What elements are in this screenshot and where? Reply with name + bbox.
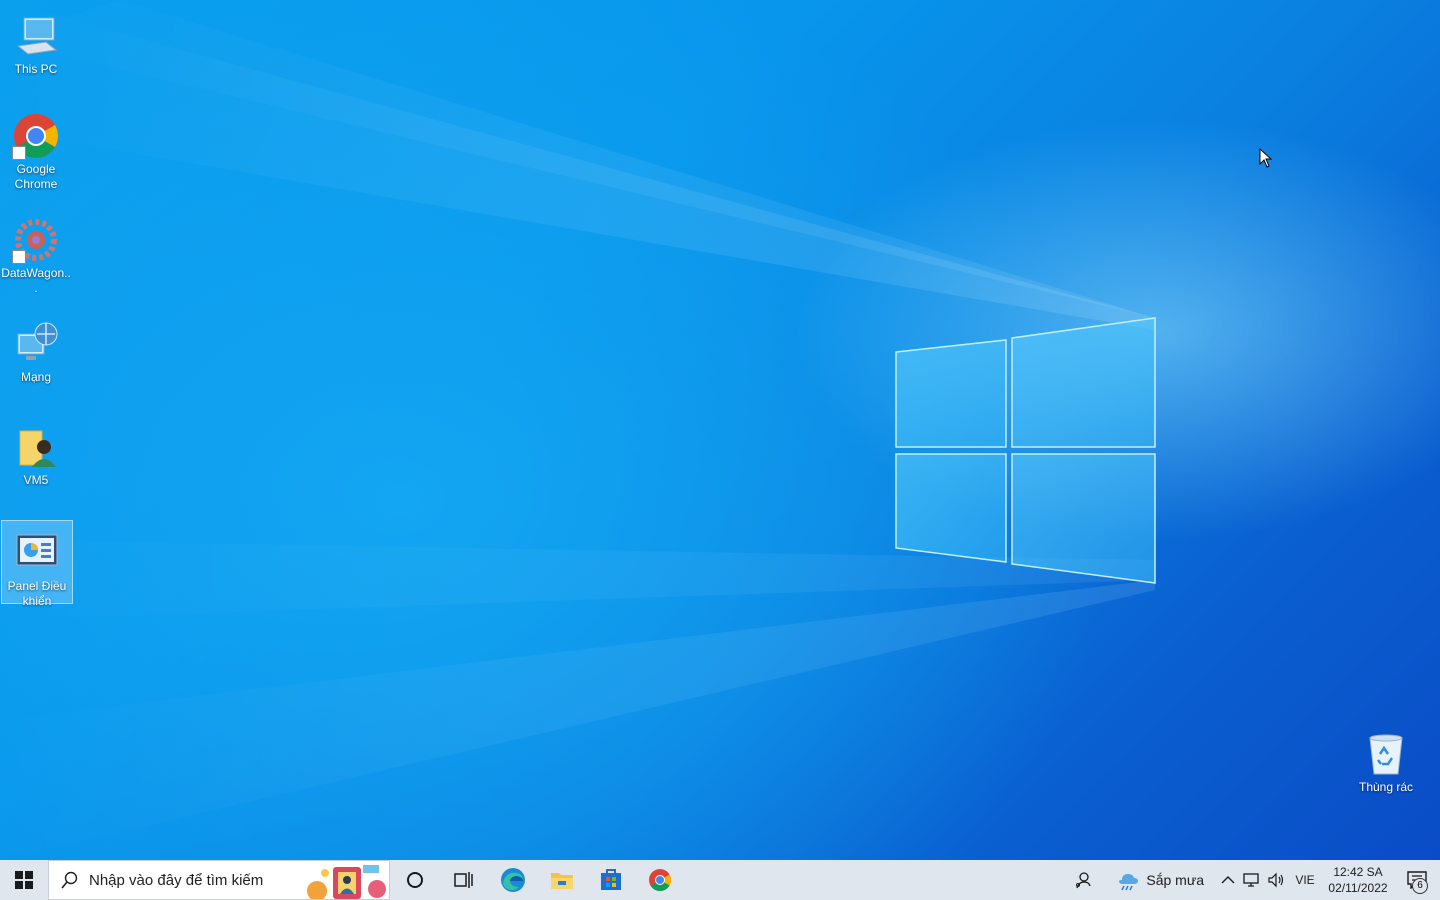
cortana-icon [406,872,423,888]
taskbar: Nhập vào đây để tìm kiếm Sắp mưa VIE 12:… [0,860,1440,900]
logo-pane-tr [1011,317,1156,448]
desktop-icon-this-pc[interactable]: This PC [0,4,72,80]
desktop-icon-label: This PC [14,62,58,76]
store-button[interactable] [586,860,635,900]
datawagon-icon [12,216,60,264]
search-placeholder: Nhập vào đây để tìm kiếm [89,871,264,889]
desktop-icon-label: Thùng rác [1358,780,1414,794]
desktop-icon-control-panel[interactable]: Panel Điều khiển [1,520,73,608]
clock-time: 12:42 SA [1333,865,1383,879]
language-indicator[interactable]: VIE [1288,873,1322,887]
edge-icon [500,868,525,892]
control-panel-icon [13,529,61,577]
desktop-icon-label: DataWagon... [1,266,71,295]
clock[interactable]: 12:42 SA 02/11/2022 [1322,864,1394,896]
this-pc-icon [12,12,60,60]
cortana-button[interactable] [390,860,439,900]
logo-pane-tl [895,339,1007,448]
desktop-icon-label: VM5 [23,473,49,487]
speaker-icon [1268,872,1284,888]
file-explorer-button[interactable] [537,860,586,900]
logo-pane-bl [895,453,1007,563]
people-icon [1076,872,1092,889]
task-view-button[interactable] [439,860,488,900]
desktop-icon-recycle-bin[interactable]: Thùng rác [1350,722,1422,798]
notification-badge: 6 [1412,878,1428,894]
user-folder-icon [12,423,60,471]
system-tray: Sắp mưa VIE 12:42 SA 02/11/2022 6 [1060,860,1440,900]
network-icon [12,320,60,368]
chrome-icon [12,112,60,160]
show-hidden-icons-button[interactable] [1216,860,1240,900]
desktop-icon-label: Panel Điều khiển [7,579,67,608]
mouse-cursor-icon [1259,148,1273,168]
network-tray-button[interactable] [1240,860,1264,900]
edge-button[interactable] [488,860,537,900]
weather-widget[interactable]: Sắp mưa [1106,860,1216,900]
desktop-icon-vm5[interactable]: VM5 [0,415,72,491]
clock-date: 02/11/2022 [1328,881,1388,895]
desktop-icon-google-chrome[interactable]: Google Chrome [0,104,72,196]
shortcut-arrow-icon [12,146,26,160]
recycle-bin-icon [1362,730,1410,778]
store-icon [600,869,621,890]
chevron-up-icon [1221,876,1235,884]
desktop[interactable]: This PC Google Chrome DataWagon... Mạng … [0,0,1440,860]
people-button[interactable] [1060,860,1106,900]
search-icon [61,871,78,889]
file-explorer-icon [550,873,573,889]
desktop-icon-label: Google Chrome [14,162,58,191]
desktop-icon-datawagon[interactable]: DataWagon... [0,208,72,295]
chrome-taskbar-button[interactable] [635,860,684,900]
desktop-icon-label: Mạng [20,370,52,384]
start-button[interactable] [0,860,48,900]
network-wired-icon [1243,873,1259,887]
weather-text: Sắp mưa [1146,872,1204,888]
task-view-icon [453,872,473,888]
volume-button[interactable] [1264,860,1288,900]
windows-logo-icon [15,871,33,889]
chrome-icon [648,869,671,891]
logo-pane-br [1011,453,1156,584]
desktop-icon-network[interactable]: Mạng [0,312,72,388]
search-input[interactable]: Nhập vào đây để tìm kiếm [48,860,390,900]
search-highlight-icon [307,865,386,899]
wallpaper [0,0,1156,860]
rain-cloud-icon [1119,874,1139,891]
shortcut-arrow-icon [12,250,26,264]
action-center-button[interactable]: 6 [1394,860,1440,900]
